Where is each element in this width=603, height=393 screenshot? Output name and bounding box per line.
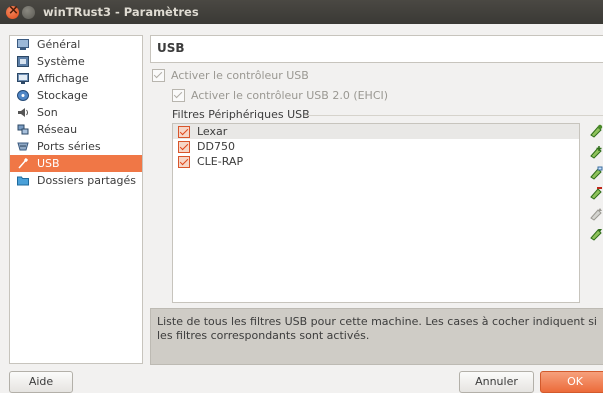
display-monitor-icon bbox=[17, 73, 29, 84]
sidebar-item-label: Dossiers partagés bbox=[37, 174, 137, 187]
list-item[interactable]: DD750 bbox=[173, 139, 579, 154]
list-item[interactable]: Lexar bbox=[173, 124, 579, 139]
sidebar-item-label: USB bbox=[37, 157, 60, 170]
system-chip-icon bbox=[17, 56, 29, 67]
close-window-button[interactable] bbox=[6, 3, 19, 19]
ok-button[interactable]: OK bbox=[540, 371, 603, 393]
list-item[interactable]: CLE-RAP bbox=[173, 154, 579, 169]
serial-port-icon bbox=[17, 142, 29, 151]
add-filter-icon[interactable] bbox=[589, 124, 603, 138]
sidebar-item-general[interactable]: Général bbox=[10, 36, 142, 53]
network-icon bbox=[17, 124, 29, 135]
section-title: USB bbox=[157, 41, 185, 55]
cancel-button[interactable]: Annuler bbox=[459, 371, 534, 393]
move-down-icon[interactable] bbox=[589, 227, 603, 241]
minimize-window-button[interactable] bbox=[22, 6, 35, 19]
edit-filter-icon[interactable] bbox=[589, 166, 603, 180]
checkbox-box bbox=[152, 68, 165, 82]
sidebar-item-serial-ports[interactable]: Ports séries bbox=[10, 138, 142, 155]
sidebar-item-label: Stockage bbox=[37, 89, 88, 102]
checkbox-box bbox=[172, 88, 185, 102]
sidebar-item-label: Système bbox=[37, 55, 85, 68]
remove-filter-icon[interactable] bbox=[589, 186, 603, 200]
sidebar-item-system[interactable]: Système bbox=[10, 53, 142, 70]
enable-ehci-checkbox[interactable]: Activer le contrôleur USB 2.0 (EHCI) bbox=[172, 88, 388, 104]
sidebar-item-shared-folders[interactable]: Dossiers partagés bbox=[10, 172, 142, 189]
description-panel: Liste de tous les filtres USB pour cette… bbox=[150, 308, 603, 365]
checkbox-label: Activer le contrôleur USB bbox=[171, 69, 309, 82]
sidebar-item-display[interactable]: Affichage bbox=[10, 70, 142, 87]
filter-checkbox[interactable] bbox=[178, 126, 190, 138]
sidebar-item-network[interactable]: Réseau bbox=[10, 121, 142, 138]
sidebar-item-storage[interactable]: Stockage bbox=[10, 87, 142, 104]
move-up-icon[interactable] bbox=[589, 207, 603, 221]
filter-name: Lexar bbox=[197, 125, 228, 138]
sidebar-item-label: Son bbox=[37, 106, 58, 119]
help-button[interactable]: Aide bbox=[9, 371, 73, 393]
speaker-icon bbox=[18, 108, 28, 117]
window-titlebar: winTRust3 - Paramètres bbox=[0, 0, 603, 24]
page-title: USB bbox=[150, 35, 603, 63]
filter-checkbox[interactable] bbox=[178, 156, 190, 168]
sidebar-item-label: Général bbox=[37, 38, 81, 51]
filter-name: DD750 bbox=[197, 140, 235, 153]
checkbox-label: Activer le contrôleur USB 2.0 (EHCI) bbox=[191, 89, 389, 102]
usb-plug-icon bbox=[18, 158, 29, 169]
sidebar-item-label: Ports séries bbox=[37, 140, 101, 153]
sidebar-item-usb[interactable]: USB bbox=[10, 155, 142, 172]
storage-disk-icon bbox=[17, 90, 29, 101]
group-divider bbox=[304, 115, 603, 116]
settings-sidebar: Général Système Affichage Stockage Son R… bbox=[9, 35, 143, 364]
filter-name: CLE-RAP bbox=[197, 155, 244, 168]
window-title: winTRust3 - Paramètres bbox=[43, 5, 199, 19]
general-icon bbox=[17, 39, 29, 50]
sidebar-item-label: Réseau bbox=[37, 123, 78, 136]
shared-folder-icon bbox=[17, 176, 29, 186]
filters-group-label: Filtres Périphériques USB bbox=[172, 108, 310, 121]
sidebar-item-audio[interactable]: Son bbox=[10, 104, 142, 121]
sidebar-item-label: Affichage bbox=[37, 72, 89, 85]
add-from-device-icon[interactable] bbox=[589, 145, 603, 159]
description-text: Liste de tous les filtres USB pour cette… bbox=[157, 315, 597, 342]
filter-checkbox[interactable] bbox=[178, 141, 190, 153]
enable-usb-controller-checkbox[interactable]: Activer le contrôleur USB bbox=[152, 68, 309, 84]
usb-filter-list[interactable]: Lexar DD750 CLE-RAP bbox=[172, 123, 580, 303]
